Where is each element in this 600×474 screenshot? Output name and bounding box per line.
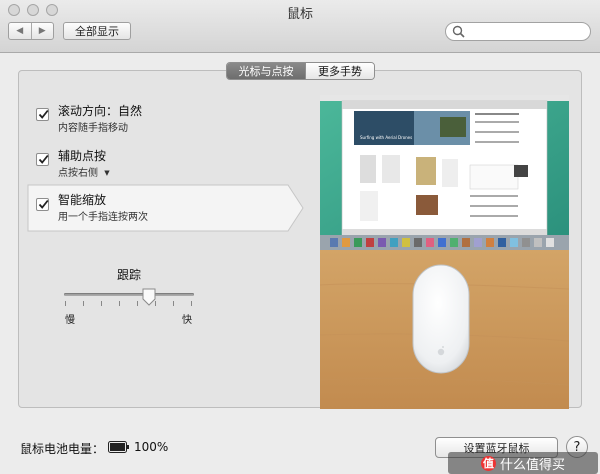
smart-zoom-subtitle: 用一个手指连按两次 (58, 212, 148, 223)
back-icon: ◀ (16, 26, 24, 36)
watermark-text: 什么值得买 (499, 457, 565, 473)
window-title: 鼠标 (286, 7, 313, 22)
tab-bar: 光标与点按 更多手势 (226, 62, 375, 80)
secondary-click-dropdown[interactable]: 点按右侧 ▼ (58, 164, 110, 179)
battery-label: 鼠标电池电量： (20, 442, 105, 456)
checkmark-icon (38, 154, 49, 164)
tracking-slow-label: 慢 (65, 315, 75, 326)
search-field[interactable] (445, 22, 591, 41)
secondary-click-title: 辅助点按 (58, 149, 107, 163)
nav-back-forward: ◀ ▶ (8, 22, 54, 40)
slider-tick (101, 301, 102, 306)
slider-tick (173, 301, 174, 306)
slider-tick (65, 301, 66, 306)
smart-zoom-title: 智能缩放 (58, 193, 107, 207)
forward-button[interactable]: ▶ (30, 23, 54, 39)
scroll-direction-checkbox[interactable] (36, 108, 49, 121)
search-input[interactable] (470, 24, 580, 39)
slider-tick (191, 301, 192, 306)
slider-tick (83, 301, 84, 306)
forward-icon: ▶ (38, 26, 46, 36)
gesture-preview: Surfing with Aerial Drones (320, 95, 569, 409)
slider-tick (137, 301, 138, 306)
smart-zoom-checkbox[interactable] (36, 198, 49, 211)
checkmark-icon (38, 199, 49, 209)
slider-tick (119, 301, 120, 306)
search-icon (452, 25, 465, 38)
tab-point-click[interactable]: 光标与点按 (227, 63, 305, 79)
tracking-slider-track[interactable] (64, 293, 194, 296)
checkmark-icon (38, 109, 49, 119)
chevron-down-icon: ▼ (104, 169, 110, 177)
battery-percent: 100% (134, 440, 169, 454)
scroll-direction-title: 滚动方向：自然 (58, 104, 143, 118)
preview-illustration: Surfing with Aerial Drones (320, 95, 569, 409)
watermark: 值 什么值得买 (448, 452, 598, 474)
title-bar: 鼠标 ◀ ▶ 全部显示 (0, 0, 600, 53)
scroll-direction-subtitle: 内容随手指移动 (58, 123, 128, 134)
preview-site-heading: Surfing with Aerial Drones (360, 135, 412, 140)
tracking-label: 跟踪 (116, 268, 141, 282)
tab-more-gestures[interactable]: 更多手势 (305, 63, 374, 79)
battery-icon (108, 441, 129, 453)
tracking-fast-label: 快 (182, 315, 192, 326)
show-all-button[interactable]: 全部显示 (63, 22, 131, 40)
secondary-click-subtitle: 点按右侧 (58, 168, 98, 179)
secondary-click-checkbox[interactable] (36, 153, 49, 166)
watermark-logo-icon: 值 (480, 455, 496, 471)
tracking-slider-thumb[interactable] (142, 288, 156, 306)
back-button[interactable]: ◀ (9, 23, 31, 39)
